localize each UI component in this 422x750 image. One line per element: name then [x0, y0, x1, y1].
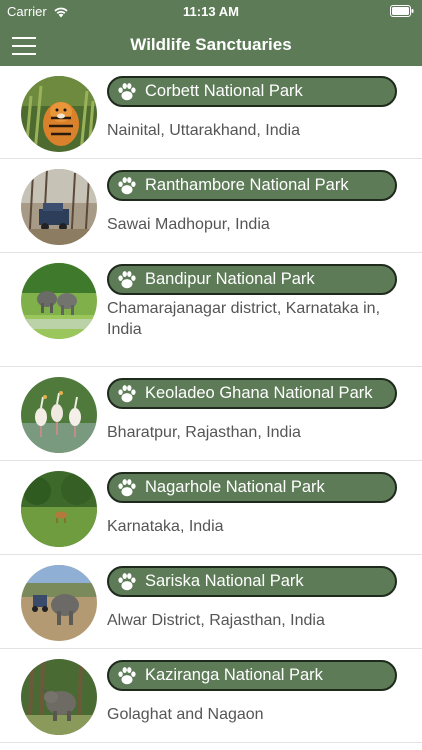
park-thumbnail — [21, 377, 97, 453]
park-name-button[interactable]: Sariska National Park — [107, 566, 397, 597]
rhino-image-icon — [21, 659, 97, 735]
list-item-nagarhole[interactable]: Nagarhole National Park Karnataka, India — [0, 461, 422, 555]
paw-icon — [118, 572, 136, 590]
paw-icon — [118, 478, 136, 496]
park-name-button[interactable]: Keoladeo Ghana National Park — [107, 378, 397, 409]
list-item-bandipur[interactable]: Bandipur National Park Chamarajanagar di… — [0, 253, 422, 367]
paw-icon — [118, 176, 136, 194]
park-thumbnail — [21, 263, 97, 339]
park-location: Chamarajanagar district, Karnataka in, I… — [107, 300, 381, 338]
park-name: Ranthambore National Park — [145, 176, 349, 194]
list-item-kaziranga[interactable]: Kaziranga National Park Golaghat and Nag… — [0, 649, 422, 743]
park-name: Kaziranga National Park — [145, 666, 323, 684]
list-item-keoladeo[interactable]: Keoladeo Ghana National Park Bharatpur, … — [0, 367, 422, 461]
navigation-bar: Wildlife Sanctuaries — [0, 22, 422, 66]
deer-image-icon — [21, 471, 97, 547]
park-location: Golaghat and Nagaon — [107, 706, 264, 723]
park-location: Sawai Madhopur, India — [107, 216, 270, 233]
park-name: Sariska National Park — [145, 572, 304, 590]
park-thumbnail — [21, 471, 97, 547]
park-location: Nainital, Uttarakhand, India — [107, 122, 300, 139]
park-location: Bharatpur, Rajasthan, India — [107, 424, 301, 441]
park-name-button[interactable]: Nagarhole National Park — [107, 472, 397, 503]
paw-icon — [118, 82, 136, 100]
tiger-image-icon — [21, 76, 97, 152]
status-bar: Carrier 11:13 AM — [0, 0, 422, 22]
park-name: Nagarhole National Park — [145, 478, 325, 496]
status-time: 11:13 AM — [183, 4, 239, 19]
elephants-image-icon — [21, 263, 97, 339]
list-item-sariska[interactable]: Sariska National Park Alwar District, Ra… — [0, 555, 422, 649]
storks-image-icon — [21, 377, 97, 453]
paw-icon — [118, 666, 136, 684]
paw-icon — [118, 270, 136, 288]
park-name: Bandipur National Park — [145, 270, 315, 288]
park-thumbnail — [21, 565, 97, 641]
park-thumbnail — [21, 659, 97, 735]
park-thumbnail — [21, 76, 97, 152]
battery-icon — [390, 5, 414, 17]
elephant-jeep-image-icon — [21, 565, 97, 641]
park-thumbnail — [21, 169, 97, 245]
park-location: Alwar District, Rajasthan, India — [107, 612, 325, 629]
paw-icon — [118, 384, 136, 402]
park-list: Corbett National Park Nainital, Uttarakh… — [0, 66, 422, 743]
park-name: Keoladeo Ghana National Park — [145, 384, 373, 402]
park-name-button[interactable]: Ranthambore National Park — [107, 170, 397, 201]
park-name-button[interactable]: Corbett National Park — [107, 76, 397, 107]
park-name: Corbett National Park — [145, 82, 303, 100]
page-title: Wildlife Sanctuaries — [130, 35, 292, 54]
list-item-ranthambore[interactable]: Ranthambore National Park Sawai Madhopur… — [0, 159, 422, 253]
list-item-corbett[interactable]: Corbett National Park Nainital, Uttarakh… — [0, 66, 422, 159]
park-name-button[interactable]: Kaziranga National Park — [107, 660, 397, 691]
jeep-image-icon — [21, 169, 97, 245]
park-name-button[interactable]: Bandipur National Park — [107, 264, 397, 295]
park-location: Karnataka, India — [107, 518, 224, 535]
